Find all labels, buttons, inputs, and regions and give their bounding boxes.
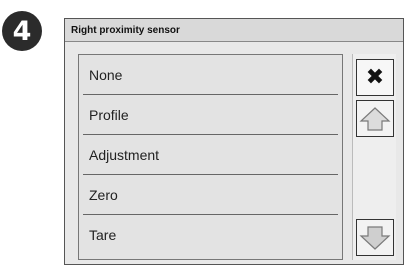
scroll-down-button[interactable]: [356, 219, 394, 256]
step-number: 4: [12, 15, 32, 47]
close-button[interactable]: ✖: [356, 59, 394, 96]
window-title: Right proximity sensor: [71, 24, 180, 36]
list-item-profile[interactable]: Profile: [79, 95, 342, 135]
titlebar: Right proximity sensor: [65, 19, 403, 42]
list-item-zero[interactable]: Zero: [79, 175, 342, 215]
list-item-label: Profile: [89, 107, 129, 123]
list-item-none[interactable]: None: [79, 55, 342, 95]
option-list: None Profile Adjustment Zero Tare: [78, 54, 343, 260]
list-item-label: Adjustment: [89, 147, 160, 163]
scroll-up-button[interactable]: [356, 100, 394, 137]
side-button-column: ✖: [352, 54, 396, 260]
arrow-down-icon: [359, 225, 391, 250]
arrow-up-icon: [359, 106, 391, 131]
list-item-label: None: [89, 67, 123, 83]
close-icon: ✖: [365, 64, 385, 90]
list-item-label: Zero: [89, 187, 118, 203]
sensor-selection-window: Right proximity sensor None Profile Adju…: [64, 18, 404, 265]
list-item-adjustment[interactable]: Adjustment: [79, 135, 342, 175]
step-number-badge: 4: [2, 11, 42, 51]
list-item-label: Tare: [89, 227, 117, 243]
list-item-tare[interactable]: Tare: [79, 215, 342, 255]
